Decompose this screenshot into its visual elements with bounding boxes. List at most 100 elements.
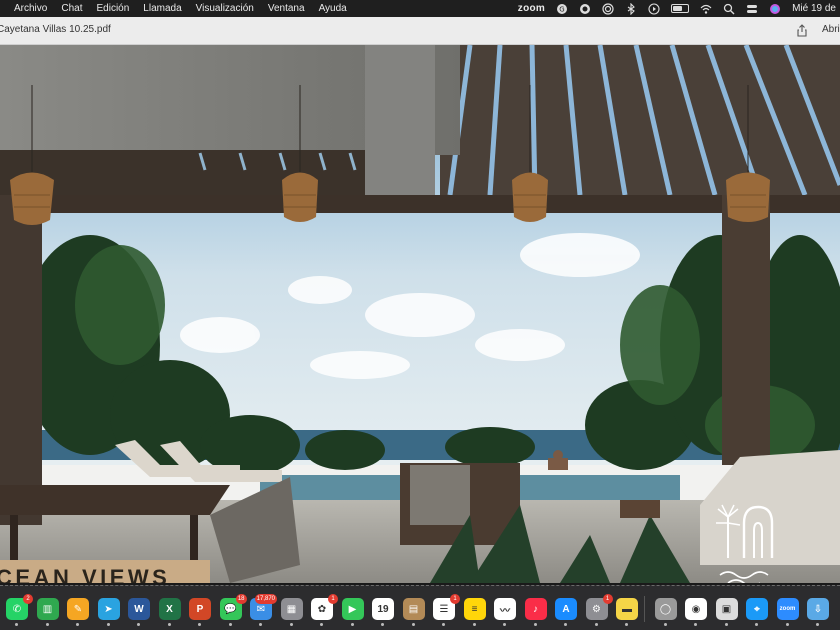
wifi-icon[interactable]	[700, 3, 712, 15]
status-area: zoom G Mié 19 de	[518, 0, 840, 17]
running-indicator	[106, 623, 110, 626]
running-indicator	[289, 623, 293, 626]
menu-chat[interactable]: Chat	[61, 3, 82, 14]
dock-app-pages[interactable]: ✎	[67, 598, 89, 626]
dock: ✆ 2 ▥ ✎ ➤ W X P 💬 18 ✉ 17,870 ▦ ✿ 1 ▶ 19 ▤ ☰ 1 ≡ 〰 ♪ A ⚙ 1 ▬ ◯ ◉ ▣ ⌖ zo…	[0, 585, 840, 630]
battery-icon[interactable]	[671, 4, 690, 13]
dock-app-freeform[interactable]: 〰	[494, 598, 516, 626]
dock-app-facetime[interactable]: ▶	[341, 598, 364, 626]
running-indicator	[816, 623, 819, 626]
notes-folder-icon: ▤	[408, 603, 419, 615]
notification-badge: 2	[23, 594, 33, 604]
menu-ventana[interactable]: Ventana	[268, 3, 305, 14]
menu-archivo[interactable]: Archivo	[14, 3, 47, 14]
running-indicator	[785, 623, 789, 626]
dock-app-system-settings[interactable]: ⚙ 1	[585, 594, 613, 626]
dock-app-word[interactable]: W	[128, 598, 150, 626]
running-indicator	[724, 623, 728, 626]
menu-bar: Archivo Chat Edición Llamada Visualizaci…	[0, 0, 840, 17]
grammarly-icon[interactable]: G	[556, 3, 568, 15]
photos-icon: ✿	[317, 603, 327, 615]
dock-app-photos[interactable]: ✿ 1	[311, 594, 338, 626]
dock-app-calendar[interactable]: 19	[372, 598, 394, 626]
safari-icon: ⌖	[754, 603, 760, 615]
running-indicator	[259, 623, 262, 626]
running-indicator	[167, 623, 171, 626]
zoom-chat-icon: ◯	[659, 603, 672, 615]
dock-app-messages[interactable]: 💬 18	[219, 594, 247, 626]
dock-app-preview[interactable]: ▣	[715, 598, 738, 626]
control-center-icon[interactable]	[746, 3, 758, 15]
menu-llamada[interactable]: Llamada	[143, 3, 181, 14]
running-indicator	[663, 623, 667, 626]
menu-ayuda[interactable]: Ayuda	[319, 3, 347, 14]
running-indicator	[15, 623, 18, 626]
pages-icon: ✎	[73, 603, 83, 615]
running-indicator	[198, 623, 201, 626]
downloads-icon: ⇩	[813, 603, 823, 615]
dock-app-whatsapp[interactable]: ✆ 2	[6, 594, 33, 626]
preview-icon: ▣	[721, 603, 732, 615]
window-title: Cayetana Villas 10.25.pdf	[0, 24, 111, 35]
reminders-icon: ☰	[439, 603, 449, 615]
running-indicator	[472, 623, 476, 626]
svg-text:G: G	[559, 5, 564, 13]
media-play-icon[interactable]	[648, 2, 660, 15]
menu-visualizacion[interactable]: Visualización	[196, 3, 254, 14]
dock-separator	[643, 596, 645, 622]
excel-icon: X	[166, 603, 173, 615]
dock-app-chrome[interactable]: ◉	[685, 598, 707, 626]
running-indicator	[694, 623, 697, 626]
open-with-button[interactable]: Abri	[822, 24, 840, 35]
dock-app-safari[interactable]: ⌖	[746, 598, 768, 626]
dock-app-stickies[interactable]: ▬	[616, 598, 638, 626]
siri-icon[interactable]	[769, 3, 781, 15]
dock-app-numbers[interactable]: ▥	[36, 598, 59, 626]
dock-app-zoom[interactable]: zoom	[776, 598, 799, 626]
dock-app-notes[interactable]: ≡	[463, 598, 486, 626]
word-icon: W	[134, 603, 144, 615]
dock-app-zoom-chat[interactable]: ◯	[654, 598, 677, 626]
running-indicator	[228, 623, 232, 626]
mail-icon: ✉	[256, 603, 266, 615]
running-indicator	[442, 623, 445, 626]
bluetooth-icon[interactable]	[625, 2, 637, 15]
share-icon[interactable]	[796, 24, 808, 37]
dock-app-notes-folder[interactable]: ▤	[402, 598, 425, 626]
dock-app-mail[interactable]: ✉ 17,870	[250, 594, 277, 626]
freeform-icon: 〰	[500, 605, 510, 617]
airdrop-icon[interactable]	[602, 2, 614, 15]
running-indicator	[564, 623, 567, 626]
badge-status-icon[interactable]	[579, 3, 591, 15]
dock-app-reminders[interactable]: ☰ 1	[433, 594, 460, 626]
music-icon: ♪	[533, 603, 538, 615]
search-icon[interactable]	[723, 3, 735, 15]
running-indicator	[381, 623, 384, 626]
dock-app-powerpoint[interactable]: P	[189, 598, 211, 626]
launchpad-icon: ▦	[286, 603, 297, 615]
dock-app-excel[interactable]: X	[158, 598, 181, 626]
zoom-icon: zoom	[779, 606, 796, 612]
dock-app-launchpad[interactable]: ▦	[280, 598, 303, 626]
preview-title-bar: Cayetana Villas 10.25.pdf Abri	[0, 17, 840, 45]
running-indicator	[755, 623, 758, 626]
dock-app-app-store[interactable]: A	[555, 598, 577, 626]
dock-app-telegram[interactable]: ➤	[97, 598, 120, 626]
notification-badge: 1	[602, 594, 613, 604]
menu-clock[interactable]: Mié 19 de	[792, 3, 836, 14]
running-indicator	[137, 623, 140, 626]
menu-edicion[interactable]: Edición	[96, 3, 129, 14]
calendar-icon: 19	[377, 603, 389, 615]
system-settings-icon: ⚙	[592, 603, 601, 615]
running-indicator	[45, 623, 49, 626]
dock-app-music[interactable]: ♪	[524, 598, 547, 626]
app-store-icon: A	[562, 603, 570, 615]
whatsapp-icon: ✆	[12, 603, 22, 615]
notes-icon: ≡	[471, 603, 478, 615]
numbers-icon: ▥	[42, 603, 53, 615]
running-indicator	[625, 623, 628, 626]
chrome-icon: ◉	[691, 603, 701, 615]
dock-app-downloads[interactable]: ⇩	[807, 598, 829, 626]
running-indicator	[320, 623, 323, 626]
zoom-status-label[interactable]: zoom	[518, 3, 545, 14]
